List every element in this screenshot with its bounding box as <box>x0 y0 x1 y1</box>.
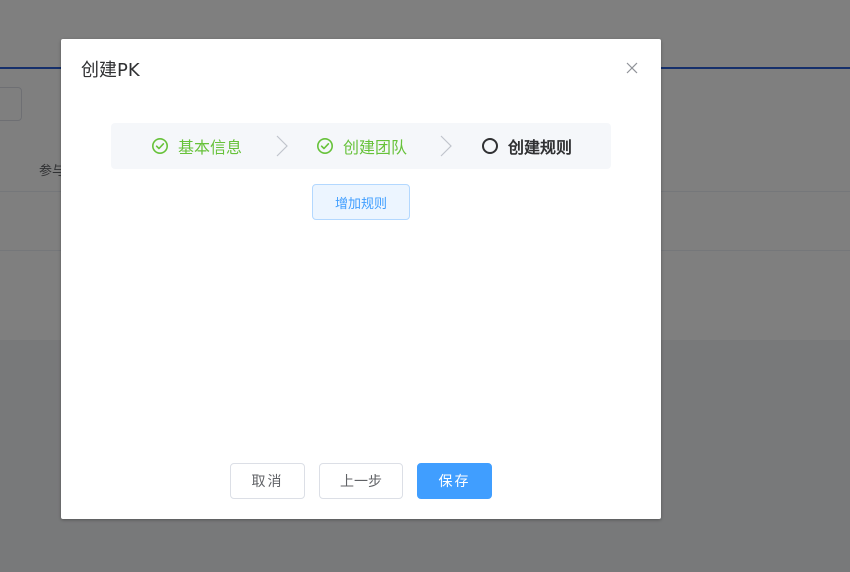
add-rule-button[interactable]: 增加规则 <box>312 184 410 220</box>
step-basic-info: 基本信息 <box>151 123 242 169</box>
dialog-title: 创建PK <box>81 60 140 81</box>
save-button[interactable]: 保存 <box>417 463 492 499</box>
check-circle-icon <box>317 138 333 154</box>
circle-icon <box>482 138 498 154</box>
step-label: 创建团队 <box>343 138 408 157</box>
create-pk-dialog: 创建PK 基本信息 创建团队 创建规则 增加规则 取消 上一步 保存 <box>61 39 661 519</box>
chevron-right-icon <box>276 135 288 157</box>
steps-bar: 基本信息 创建团队 创建规则 <box>111 123 611 169</box>
step-label: 创建规则 <box>508 138 573 157</box>
check-circle-icon <box>152 138 168 154</box>
step-label: 基本信息 <box>178 138 243 157</box>
close-button[interactable] <box>622 58 642 78</box>
chevron-right-icon <box>440 135 452 157</box>
step-create-rules: 创建规则 <box>481 123 572 169</box>
cancel-button[interactable]: 取消 <box>230 463 305 499</box>
close-icon <box>626 62 638 74</box>
previous-step-button[interactable]: 上一步 <box>319 463 403 499</box>
step-create-team: 创建团队 <box>316 123 407 169</box>
